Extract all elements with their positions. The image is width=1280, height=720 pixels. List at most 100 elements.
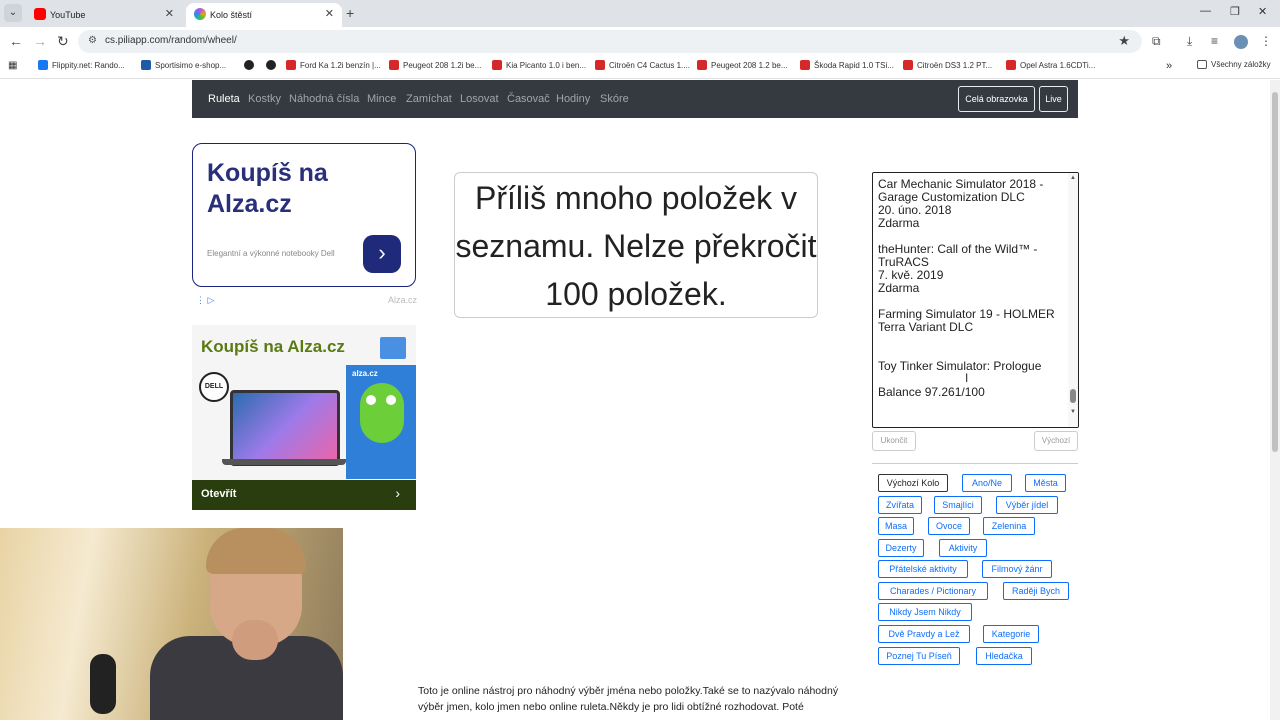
bookmark-item[interactable]: Citroën C4 Cactus 1.... bbox=[595, 60, 690, 70]
preset-dezerty[interactable]: Dezerty bbox=[878, 539, 924, 557]
tab-title: Kolo štěstí bbox=[210, 10, 253, 20]
ad-banner-alza-dell[interactable]: Koupíš na Alza.cz DELL alza.cz Otevřít › bbox=[192, 325, 416, 510]
bookmark-item[interactable]: Kia Picanto 1.0 i ben... bbox=[492, 60, 586, 70]
person-hair-image bbox=[206, 528, 306, 574]
address-bar[interactable]: ⚙ cs.piliapp.com/random/wheel/ ★ bbox=[78, 30, 1142, 53]
bookmark-item[interactable]: Peugeot 208 1.2 be... bbox=[697, 60, 788, 70]
bookmark-item[interactable]: Citroën DS3 1.2 PT... bbox=[903, 60, 992, 70]
close-window-icon[interactable]: ✕ bbox=[1258, 5, 1267, 18]
site-navbar: Ruleta Kostky Náhodná čísla Mince Zamích… bbox=[192, 80, 1078, 118]
bookmarks-bar: ▦ Flippity.net: Rando... Sportisimo e-sh… bbox=[0, 56, 1280, 79]
tab-search-chevron-icon[interactable]: ⌄ bbox=[4, 4, 22, 22]
scroll-down-icon[interactable]: ▼ bbox=[1070, 409, 1076, 415]
preset-charades-pictionary[interactable]: Charades / Pictionary bbox=[878, 582, 988, 600]
bookmark-favicon-icon bbox=[1006, 60, 1016, 70]
preset-filmovy-zanr[interactable]: Filmový žánr bbox=[982, 560, 1052, 578]
preset-kategorie[interactable]: Kategorie bbox=[983, 625, 1039, 643]
tab-youtube[interactable]: YouTube ✕ bbox=[26, 3, 182, 27]
ad-mascot-brand: alza.cz bbox=[352, 369, 378, 378]
error-message-box: Příliš mnoho položek v seznamu. Nelze př… bbox=[454, 172, 818, 318]
tab-kolo-stesti[interactable]: Kolo štěstí ✕ bbox=[186, 3, 342, 27]
nav-link-losovat[interactable]: Losovat bbox=[460, 93, 499, 105]
preset-nikdy-jsem-nikdy[interactable]: Nikdy Jsem Nikdy bbox=[878, 603, 972, 621]
nav-link-mince[interactable]: Mince bbox=[367, 93, 396, 105]
preset-vyber-jidel[interactable]: Výběr jídel bbox=[996, 496, 1058, 514]
bookmark-item[interactable]: Peugeot 208 1.2i be... bbox=[389, 60, 481, 70]
chevron-right-icon[interactable]: › bbox=[363, 235, 401, 273]
site-info-icon[interactable]: ⚙ bbox=[88, 35, 97, 46]
minimize-icon[interactable]: — bbox=[1200, 5, 1211, 17]
page-scroll-thumb[interactable] bbox=[1272, 92, 1278, 452]
bookmark-favicon-icon bbox=[492, 60, 502, 70]
ad-headline: Koupíš na Alza.cz bbox=[207, 159, 328, 218]
preset-masa[interactable]: Masa bbox=[878, 517, 914, 535]
restore-icon[interactable]: ❐ bbox=[1230, 5, 1240, 18]
nav-link-ruleta[interactable]: Ruleta bbox=[208, 93, 240, 105]
forward-arrow-icon[interactable]: → bbox=[33, 33, 47, 49]
more-bookmarks-chevron-icon[interactable]: » bbox=[1166, 60, 1172, 72]
nav-link-casovac[interactable]: Časovač bbox=[507, 93, 550, 105]
bookmark-item[interactable]: Flippity.net: Rando... bbox=[38, 60, 125, 70]
textarea-scrollbar[interactable]: ▲ ▼ bbox=[1068, 173, 1078, 427]
bookmark-item[interactable]: Škoda Rapid 1.0 TSi... bbox=[800, 60, 894, 70]
items-textarea[interactable]: Car Mechanic Simulator 2018 - Garage Cus… bbox=[872, 172, 1079, 428]
download-icon[interactable]: ⤓ bbox=[1187, 34, 1192, 49]
page-scrollbar[interactable] bbox=[1270, 80, 1280, 720]
bookmark-favicon-icon bbox=[38, 60, 48, 70]
laptop-base-image bbox=[222, 459, 346, 465]
default-button[interactable]: Výchozí bbox=[1034, 431, 1078, 451]
apps-grid-icon[interactable]: ▦ bbox=[8, 60, 17, 71]
bookmark-label: Citroën C4 Cactus 1.... bbox=[609, 61, 690, 70]
preset-vychozi-kolo[interactable]: Výchozí Kolo bbox=[878, 474, 948, 492]
nav-link-hodiny[interactable]: Hodiny bbox=[556, 93, 590, 105]
fullscreen-button[interactable]: Celá obrazovka bbox=[958, 86, 1035, 112]
preset-poznej-tu-pisen[interactable]: Poznej Tu Píseň bbox=[878, 647, 960, 665]
bookmark-item[interactable]: Ford Ka 1.2i benzín |... bbox=[286, 60, 381, 70]
profile-avatar-icon[interactable] bbox=[1234, 35, 1248, 49]
error-message: Příliš mnoho položek v seznamu. Nelze př… bbox=[455, 180, 817, 312]
preset-aktivity[interactable]: Aktivity bbox=[939, 539, 987, 557]
bookmark-label: Peugeot 208 1.2 be... bbox=[711, 61, 788, 70]
preset-ano-ne[interactable]: Ano/Ne bbox=[962, 474, 1012, 492]
nav-link-kostky[interactable]: Kostky bbox=[248, 93, 281, 105]
bookmark-item[interactable]: Opel Astra 1.6CDTi... bbox=[1006, 60, 1095, 70]
nav-link-skore[interactable]: Skóre bbox=[600, 93, 629, 105]
bookmark-item[interactable] bbox=[244, 60, 258, 70]
preset-zvirata[interactable]: Zvířata bbox=[878, 496, 922, 514]
preset-smajlici[interactable]: Smajlíci bbox=[934, 496, 982, 514]
all-bookmarks-folder[interactable]: Všechny záložky bbox=[1197, 60, 1271, 69]
reload-icon[interactable]: ↻ bbox=[57, 33, 69, 50]
back-arrow-icon[interactable]: ← bbox=[9, 33, 23, 49]
ad-open-bar[interactable]: Otevřít › bbox=[192, 480, 416, 510]
preset-dve-pravdy-a-lez[interactable]: Dvě Pravdy a Lež bbox=[878, 625, 970, 643]
bookmark-star-icon[interactable]: ★ bbox=[1118, 33, 1130, 49]
close-tab-icon[interactable]: ✕ bbox=[165, 3, 174, 25]
new-tab-plus-icon[interactable]: + bbox=[346, 5, 354, 21]
ad-choices-icon[interactable]: ⋮ ▷ bbox=[196, 295, 214, 306]
preset-ovoce[interactable]: Ovoce bbox=[928, 517, 970, 535]
live-button[interactable]: Live bbox=[1039, 86, 1068, 112]
preset-pratelske-aktivity[interactable]: Přátelské aktivity bbox=[878, 560, 968, 578]
preset-mesta[interactable]: Města bbox=[1025, 474, 1066, 492]
nav-link-nahodna-cisla[interactable]: Náhodná čísla bbox=[289, 93, 359, 105]
bookmark-item[interactable]: Sportisimo e-shop... bbox=[141, 60, 226, 70]
preset-zelenina[interactable]: Zelenina bbox=[983, 517, 1035, 535]
person-hand-image bbox=[232, 620, 278, 660]
bookmark-label: Opel Astra 1.6CDTi... bbox=[1020, 61, 1096, 70]
close-tab-icon[interactable]: ✕ bbox=[325, 3, 334, 25]
text-cursor-icon: I bbox=[965, 371, 969, 385]
scroll-up-icon[interactable]: ▲ bbox=[1070, 175, 1076, 181]
bookmark-favicon-icon bbox=[244, 60, 254, 70]
textarea-scroll-thumb[interactable] bbox=[1070, 389, 1076, 403]
end-button[interactable]: Ukončit bbox=[872, 431, 916, 451]
bookmark-label: Škoda Rapid 1.0 TSi... bbox=[814, 61, 894, 70]
preset-radeji-bych[interactable]: Raději Bych bbox=[1003, 582, 1069, 600]
browser-toolbar: ← → ↻ ⚙ cs.piliapp.com/random/wheel/ ★ ⧉… bbox=[0, 27, 1280, 56]
media-control-icon[interactable]: ≡ bbox=[1211, 34, 1218, 48]
ad-banner-alza[interactable]: Koupíš na Alza.cz Elegantní a výkonné no… bbox=[192, 143, 416, 287]
preset-hledacka[interactable]: Hledačka bbox=[976, 647, 1032, 665]
nav-link-zamichat[interactable]: Zamíchat bbox=[406, 93, 452, 105]
bookmark-item[interactable] bbox=[266, 60, 280, 70]
menu-kebab-icon[interactable]: ⋮ bbox=[1260, 34, 1272, 48]
extensions-icon[interactable]: ⧉ bbox=[1152, 34, 1161, 49]
